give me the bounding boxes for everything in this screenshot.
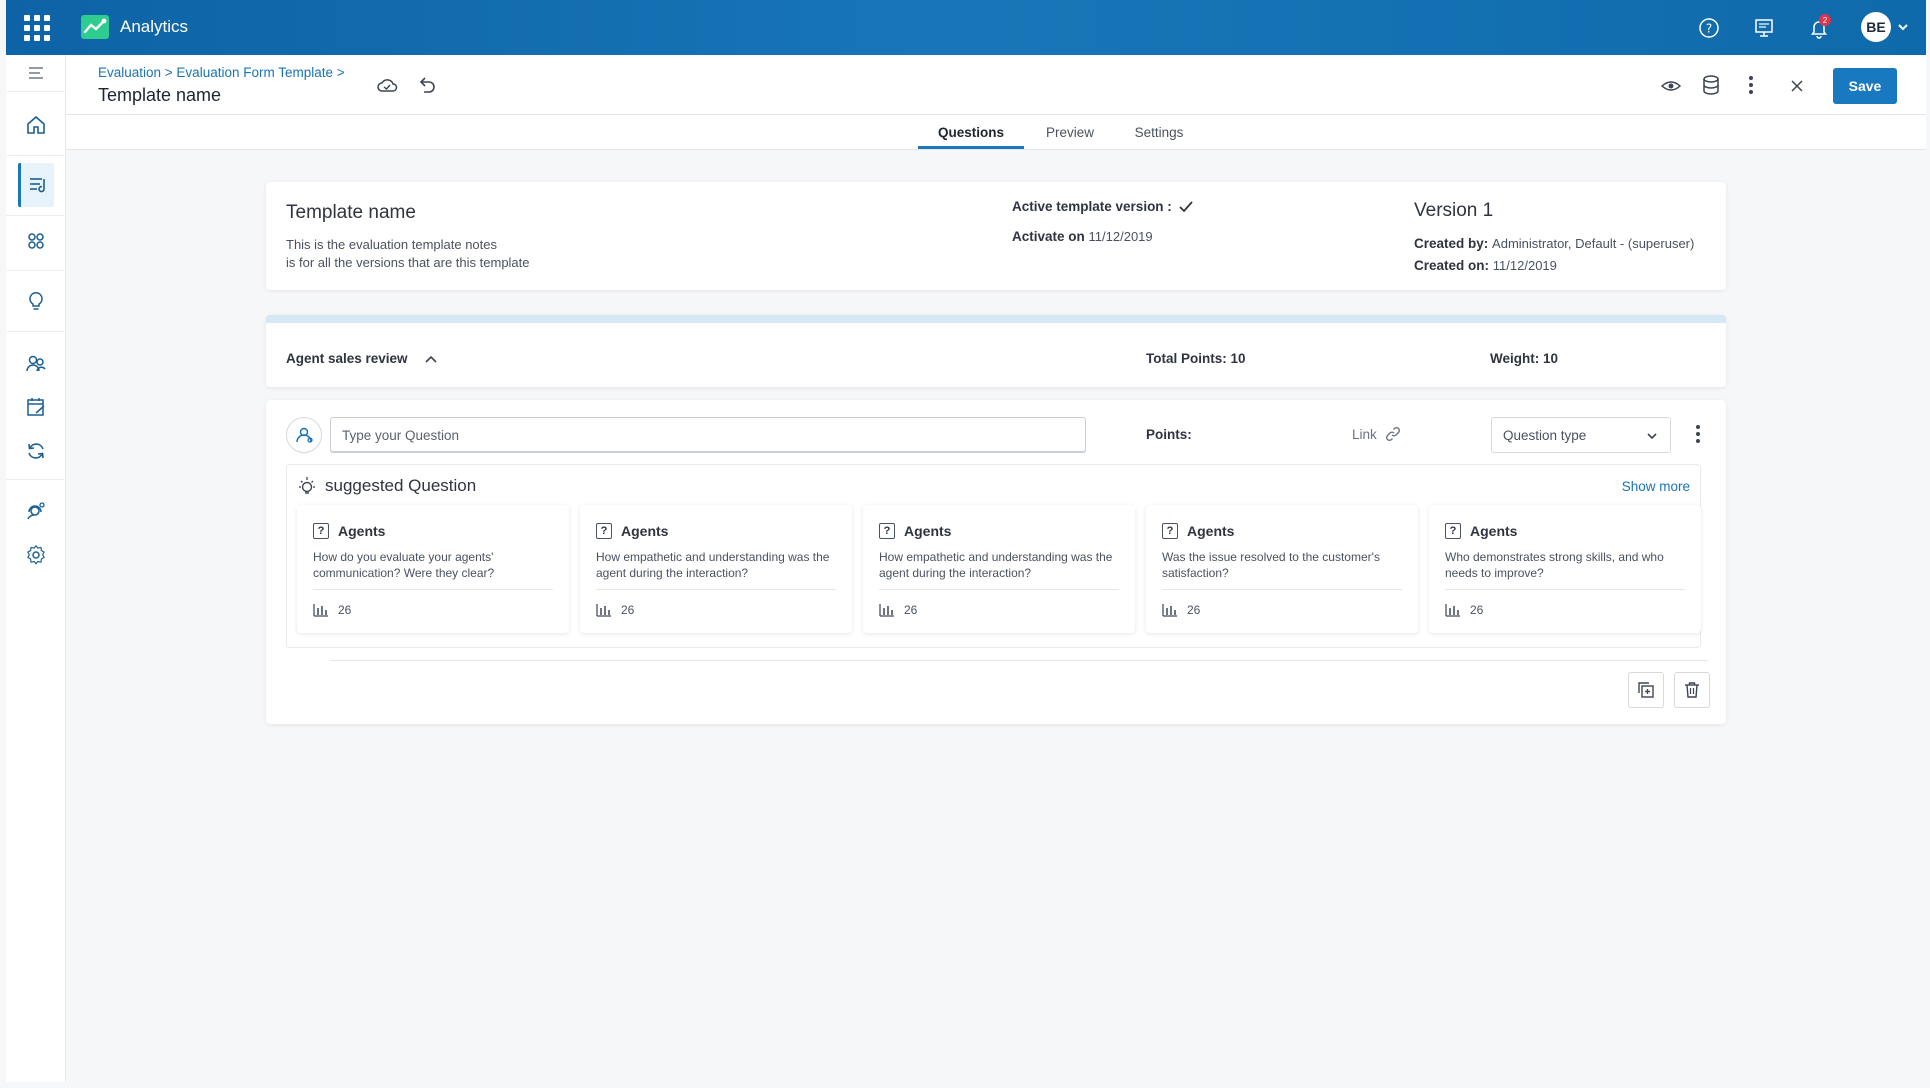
tab-settings[interactable]: Settings	[1118, 125, 1200, 140]
template-name: Template name	[286, 202, 416, 223]
active-template-version: Active template version :	[1012, 199, 1194, 214]
cloud-sync-icon[interactable]	[374, 72, 400, 98]
menu-collapse-icon[interactable]	[18, 61, 54, 85]
tab-preview[interactable]: Preview	[1030, 125, 1110, 140]
agent-question-icon[interactable]	[286, 417, 322, 453]
version-label: Version 1	[1414, 200, 1494, 221]
page-header: Evaluation > Evaluation Form Template > …	[66, 55, 1926, 115]
bar-chart-icon	[879, 604, 894, 617]
user-avatar[interactable]: BE	[1861, 12, 1891, 42]
lightbulb-rays-icon	[299, 477, 315, 494]
evaluation-forms-icon[interactable]	[18, 163, 54, 207]
team-icon[interactable]	[18, 345, 54, 381]
link-button[interactable]: Link	[1352, 426, 1401, 442]
bar-chart-icon	[1162, 604, 1177, 617]
tab-bar: Questions Preview Settings	[66, 115, 1926, 150]
active-tab-indicator	[918, 146, 1024, 149]
created-by: Created by: Administrator, Default - (su…	[1414, 236, 1695, 251]
page-title: Template name	[98, 85, 222, 105]
question-mark-icon: ?	[879, 523, 895, 539]
lightbulb-icon[interactable]	[18, 283, 54, 319]
link-icon	[1385, 426, 1400, 442]
suggested-question-card[interactable]: ? Agents How empathetic and understanding…	[580, 505, 852, 633]
show-more-link[interactable]: Show more	[1622, 479, 1690, 494]
chevron-down-icon[interactable]	[1897, 20, 1909, 38]
more-options-vertical-icon[interactable]	[1738, 72, 1764, 98]
notification-badge: 2	[1819, 14, 1831, 26]
suggested-question-card[interactable]: ? Agents How empathetic and understanding…	[863, 505, 1135, 633]
delete-question-button[interactable]	[1674, 672, 1710, 708]
breadcrumb[interactable]: Evaluation > Evaluation Form Template >	[98, 65, 345, 80]
trash-icon	[1685, 682, 1699, 698]
headset-agent-icon[interactable]	[18, 493, 54, 529]
preview-eye-icon[interactable]	[1658, 73, 1684, 99]
suggested-question-card[interactable]: ? Agents Who demonstrates strong skills, …	[1429, 505, 1701, 633]
suggested-question-card[interactable]: ? Agents How do you evaluate your agents'…	[297, 505, 569, 633]
help-icon[interactable]: ?	[1696, 15, 1722, 41]
tab-questions[interactable]: Questions	[918, 125, 1024, 140]
activate-on: Activate on 11/12/2019	[1012, 229, 1153, 244]
template-info-card: Template name This is the evaluation tem…	[266, 182, 1726, 290]
integrations-icon[interactable]	[18, 223, 54, 259]
question-type-select[interactable]: Question type	[1491, 417, 1671, 453]
bar-chart-icon	[313, 604, 328, 617]
checkmark-icon	[1179, 200, 1193, 212]
settings-gear-icon[interactable]	[18, 537, 54, 573]
close-icon[interactable]	[1784, 73, 1810, 99]
question-mark-icon: ?	[1162, 523, 1178, 539]
chevron-down-icon	[1647, 433, 1657, 440]
top-bar: Analytics ? 2 BE	[6, 0, 1926, 55]
analytics-logo-icon	[81, 15, 109, 39]
app-title: Analytics	[120, 17, 189, 36]
save-button[interactable]: Save	[1833, 68, 1897, 104]
home-icon[interactable]	[18, 107, 54, 143]
duplicate-question-button[interactable]	[1628, 672, 1664, 708]
database-layers-icon[interactable]	[1698, 72, 1724, 98]
sync-icon[interactable]	[18, 433, 54, 469]
bar-chart-icon	[1445, 604, 1460, 617]
question-mark-icon: ?	[596, 523, 612, 539]
question-mark-icon: ?	[313, 523, 329, 539]
question-card: Points: Link Question type suggested Que…	[266, 400, 1726, 724]
suggested-header: suggested Question	[297, 476, 476, 496]
section-title: Agent sales review	[286, 351, 408, 366]
divider	[330, 660, 1708, 661]
bar-chart-icon	[596, 604, 611, 617]
calendar-edit-icon[interactable]	[18, 389, 54, 425]
section-weight: Weight: 10	[1490, 351, 1559, 366]
question-input[interactable]	[330, 417, 1086, 453]
undo-icon[interactable]	[414, 72, 440, 98]
suggested-title: suggested Question	[325, 476, 477, 495]
notifications-bell-icon[interactable]: 2	[1806, 14, 1832, 41]
total-points: Total Points: 10	[1146, 351, 1246, 366]
duplicate-icon	[1638, 682, 1654, 698]
question-mark-icon: ?	[1445, 523, 1461, 539]
question-more-options-icon[interactable]	[1688, 424, 1708, 446]
created-on: Created on: 11/12/2019	[1414, 258, 1557, 273]
chevron-up-icon[interactable]	[424, 354, 438, 364]
suggested-question-card[interactable]: ? Agents Was the issue resolved to the cu…	[1146, 505, 1418, 633]
left-navigation	[6, 55, 66, 1082]
presentation-icon[interactable]	[1751, 15, 1777, 41]
template-notes: This is the evaluation template notes is…	[286, 237, 530, 270]
points-label: Points:	[1146, 427, 1192, 442]
svg-text:?: ?	[1706, 22, 1712, 36]
app-launcher-icon[interactable]	[24, 15, 50, 41]
section-header[interactable]: Agent sales review	[286, 351, 438, 366]
section-card: Agent sales review Total Points: 10 Weig…	[266, 315, 1726, 387]
suggested-questions-panel: suggested Question Show more ? Agents How…	[286, 464, 1701, 648]
